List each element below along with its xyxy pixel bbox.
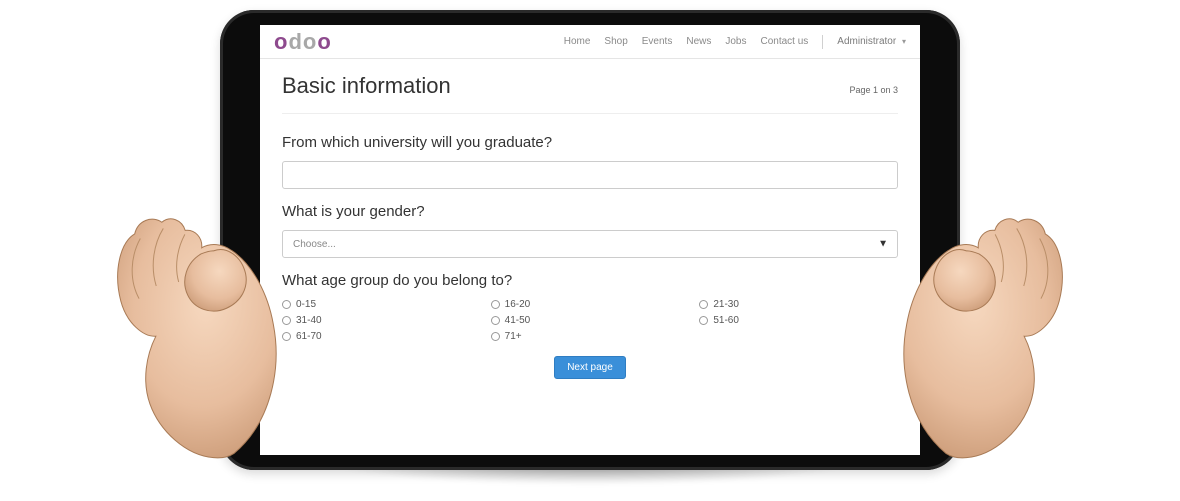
nav-link-home[interactable]: Home <box>564 36 591 47</box>
age-option-label: 31-40 <box>296 315 322 326</box>
question-age: What age group do you belong to? 0-15 16… <box>282 272 898 342</box>
nav-link-news[interactable]: News <box>686 36 711 47</box>
radio-icon <box>491 300 500 309</box>
radio-icon <box>491 316 500 325</box>
age-option-label: 16-20 <box>505 299 531 310</box>
nav-link-events[interactable]: Events <box>642 36 673 47</box>
page: o d o o Home Shop Events News Jobs Conta… <box>260 25 920 455</box>
radio-icon <box>491 332 500 341</box>
gender-select-value: Choose... <box>293 239 336 250</box>
brand-logo[interactable]: o d o o <box>274 31 331 53</box>
radio-icon <box>282 316 291 325</box>
age-option-51-60[interactable]: 51-60 <box>699 315 898 326</box>
nav-link-shop[interactable]: Shop <box>604 36 627 47</box>
age-radio-group: 0-15 16-20 21-30 31-40 41-50 51-60 61-70… <box>282 299 898 342</box>
nav-separator <box>822 35 823 49</box>
age-option-label: 0-15 <box>296 299 316 310</box>
nav-links: Home Shop Events News Jobs Contact us Ad… <box>564 35 906 49</box>
title-rule <box>282 113 898 114</box>
brand-part-2: d <box>288 31 301 53</box>
age-option-21-30[interactable]: 21-30 <box>699 299 898 310</box>
navbar: o d o o Home Shop Events News Jobs Conta… <box>260 25 920 59</box>
user-menu[interactable]: Administrator ▾ <box>837 36 906 47</box>
caret-down-icon: ▾ <box>902 37 906 46</box>
age-option-0-15[interactable]: 0-15 <box>282 299 481 310</box>
age-option-61-70[interactable]: 61-70 <box>282 331 481 342</box>
gender-select[interactable]: Choose... <box>282 230 898 258</box>
tablet-screen: o d o o Home Shop Events News Jobs Conta… <box>260 25 920 455</box>
radio-icon <box>282 300 291 309</box>
radio-icon <box>282 332 291 341</box>
age-option-label: 51-60 <box>713 315 739 326</box>
age-option-label: 21-30 <box>713 299 739 310</box>
next-page-button[interactable]: Next page <box>554 356 626 379</box>
question-gender: What is your gender? Choose... ▼ <box>282 203 898 258</box>
age-option-41-50[interactable]: 41-50 <box>491 315 690 326</box>
tablet-frame: o d o o Home Shop Events News Jobs Conta… <box>220 10 960 470</box>
content: Basic information Page 1 on 3 From which… <box>260 59 920 389</box>
age-option-label: 71+ <box>505 331 522 342</box>
age-option-31-40[interactable]: 31-40 <box>282 315 481 326</box>
brand-part-3: o <box>303 31 316 53</box>
university-input[interactable] <box>282 161 898 189</box>
question-university-label: From which university will you graduate? <box>282 134 898 151</box>
nav-link-contact[interactable]: Contact us <box>760 36 808 47</box>
age-option-label: 41-50 <box>505 315 531 326</box>
user-name: Administrator <box>837 36 896 47</box>
age-option-label: 61-70 <box>296 331 322 342</box>
question-age-label: What age group do you belong to? <box>282 272 898 289</box>
page-counter: Page 1 on 3 <box>849 85 898 95</box>
question-university: From which university will you graduate? <box>282 134 898 189</box>
radio-icon <box>699 300 708 309</box>
radio-icon <box>699 316 708 325</box>
question-gender-label: What is your gender? <box>282 203 898 220</box>
brand-part-1: o <box>274 31 287 53</box>
age-option-71plus[interactable]: 71+ <box>491 331 690 342</box>
nav-link-jobs[interactable]: Jobs <box>725 36 746 47</box>
page-title: Basic information <box>282 73 451 99</box>
brand-part-4: o <box>317 31 330 53</box>
age-option-16-20[interactable]: 16-20 <box>491 299 690 310</box>
